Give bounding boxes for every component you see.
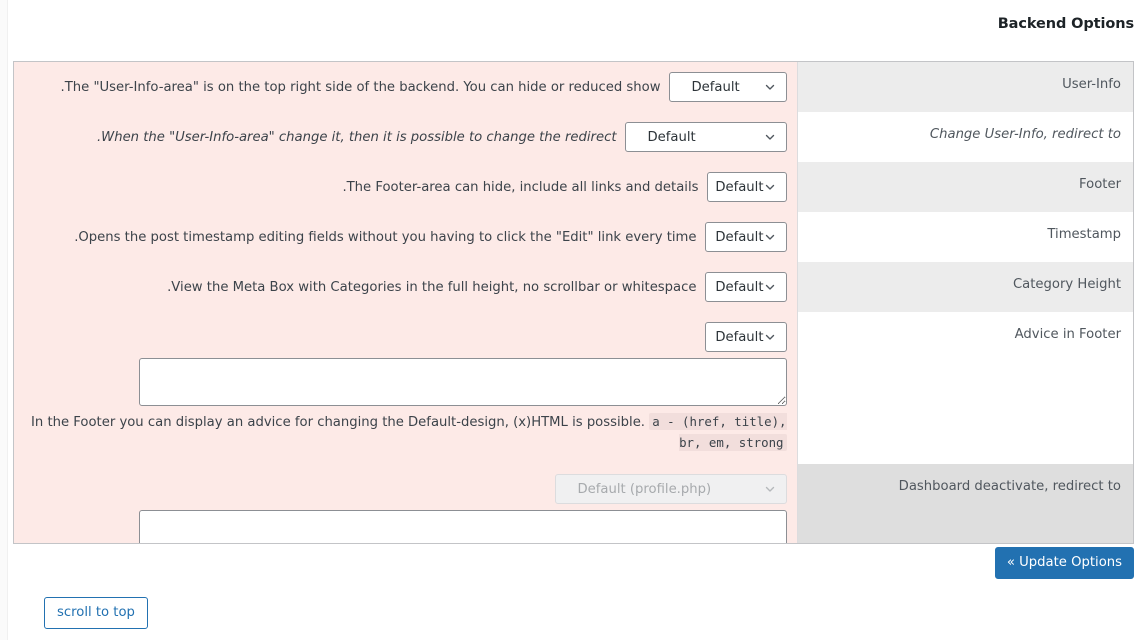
select-category-height-value: Default [715, 279, 764, 295]
row-field-cell-advice-in-footer: Default In the Footer you can display an… [14, 312, 797, 464]
select-dashboard-redirect[interactable]: Default (profile.php) [554, 474, 787, 504]
page-gutter [0, 0, 8, 640]
row-description-category-height: .View the Meta Box with Categories in th… [167, 279, 697, 295]
scroll-to-top-wrap: scroll to top [44, 597, 148, 630]
scroll-to-top-button[interactable]: scroll to top [44, 597, 148, 630]
row-field-cell-dashboard-deactivate: Default (profile.php) ?//:You have deact… [14, 464, 797, 543]
row-field-cell-change-user-info: Default .When the "User-Info-area" chang… [14, 112, 797, 162]
select-category-height[interactable]: Default [704, 272, 787, 302]
select-advice-in-footer[interactable]: Default [704, 322, 787, 352]
chevron-down-icon [764, 281, 776, 293]
select-timestamp[interactable]: Default [704, 222, 787, 252]
advice-field-stack: Default In the Footer you can display an… [24, 322, 787, 454]
select-change-user-info-redirect[interactable]: Default [624, 122, 787, 152]
select-dashboard-redirect-value: Default (profile.php) [577, 481, 712, 497]
row-label-timestamp: Timestamp [1047, 227, 1121, 242]
table-row: Dashboard deactivate, redirect to Defaul… [14, 464, 1133, 543]
chevron-down-icon [764, 483, 776, 495]
options-form-table: User-Info Default .The "User-Info-area" … [14, 62, 1133, 543]
row-label-cell-footer: Footer [796, 162, 1133, 212]
advice-in-footer-textarea[interactable] [138, 358, 787, 406]
options-form-panel: User-Info Default .The "User-Info-area" … [13, 61, 1134, 544]
field-line: Default .When the "User-Info-area" chang… [24, 122, 787, 152]
row-label-cell-category-height: Category Height [796, 262, 1133, 312]
advice-help-code: a - (href, title), br, em, strong [649, 413, 787, 451]
table-row: Change User-Info, redirect to Default .W… [14, 112, 1133, 162]
row-label-change-user-info: Change User-Info, redirect to [929, 127, 1121, 142]
table-row: Timestamp Default .Opens the post timest… [14, 212, 1133, 262]
row-label-dashboard-deactivate: Dashboard deactivate, redirect to [898, 479, 1121, 494]
row-field-cell-category-height: Default .View the Meta Box with Categori… [14, 262, 797, 312]
row-description-change-user-info: .When the "User-Info-area" change it, th… [96, 129, 617, 145]
row-label-cell-advice-in-footer: Advice in Footer [796, 312, 1133, 464]
select-advice-in-footer-value: Default [715, 329, 764, 345]
row-description-footer: .The Footer-area can hide, include all l… [342, 179, 699, 195]
row-label-advice-in-footer: Advice in Footer [1014, 327, 1121, 342]
row-field-cell-footer: Default .The Footer-area can hide, inclu… [14, 162, 797, 212]
row-field-cell-timestamp: Default .Opens the post timestamp editin… [14, 212, 797, 262]
dashboard-field-stack: Default (profile.php) ?//:You have deact… [24, 474, 787, 543]
chevron-down-icon [764, 231, 776, 243]
chevron-down-icon [764, 181, 776, 193]
select-user-info-value: Default [691, 79, 740, 95]
row-label-cell-user-info: User-Info [796, 62, 1133, 112]
page-root: Backend Options User-Info Default .The "… [0, 0, 1147, 640]
row-description-timestamp: .Opens the post timestamp editing fields… [74, 229, 697, 245]
chevron-down-icon [764, 81, 776, 93]
dashboard-redirect-textarea[interactable] [138, 510, 787, 543]
row-label-cell-change-user-info: Change User-Info, redirect to [796, 112, 1133, 162]
submit-row: « Update Options [13, 544, 1134, 582]
table-row: Advice in Footer Default In the Footer y… [14, 312, 1133, 464]
table-row: User-Info Default .The "User-Info-area" … [14, 62, 1133, 112]
chevron-down-icon [764, 331, 776, 343]
field-line: Default .Opens the post timestamp editin… [24, 222, 787, 252]
row-description-user-info: .The "User-Info-area" is on the top righ… [60, 79, 661, 95]
table-row: Category Height Default .View the Meta B… [14, 262, 1133, 312]
chevron-down-icon [764, 131, 776, 143]
row-label-user-info: User-Info [1062, 77, 1121, 92]
page-title: Backend Options [997, 16, 1134, 32]
field-line: Default .View the Meta Box with Categori… [24, 272, 787, 302]
select-footer-value: Default [715, 179, 764, 195]
advice-in-footer-help: In the Footer you can display an advice … [24, 412, 787, 454]
row-field-cell-user-info: Default .The "User-Info-area" is on the … [14, 62, 797, 112]
field-line: Default .The "User-Info-area" is on the … [24, 72, 787, 102]
page-header: Backend Options [13, 0, 1134, 48]
row-label-category-height: Category Height [1012, 277, 1121, 292]
select-change-user-info-redirect-value: Default [647, 129, 696, 145]
table-row: Footer Default .The Footer-area can hide… [14, 162, 1133, 212]
row-label-footer: Footer [1079, 177, 1121, 192]
update-options-button[interactable]: « Update Options [994, 546, 1134, 580]
select-timestamp-value: Default [715, 229, 764, 245]
select-user-info[interactable]: Default [668, 72, 787, 102]
field-line: Default .The Footer-area can hide, inclu… [24, 172, 787, 202]
row-label-cell-timestamp: Timestamp [796, 212, 1133, 262]
advice-help-prefix: In the Footer you can display an advice … [31, 415, 646, 430]
select-footer[interactable]: Default [706, 172, 787, 202]
row-label-cell-dashboard-deactivate: Dashboard deactivate, redirect to [796, 464, 1133, 543]
